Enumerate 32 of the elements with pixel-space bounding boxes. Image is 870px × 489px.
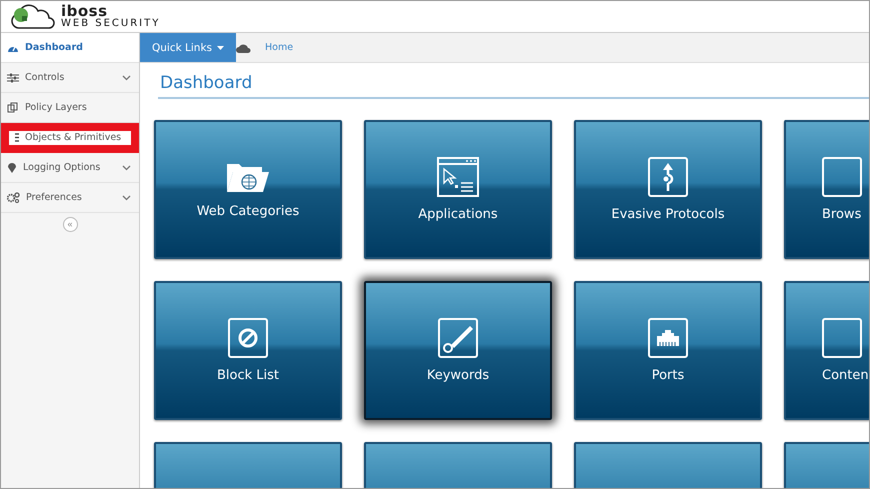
key-icon xyxy=(438,318,478,358)
gears-icon xyxy=(7,192,20,203)
dashboard-tile[interactable]: Block List xyxy=(154,281,342,420)
sidebar-item[interactable]: Objects & Primitives xyxy=(1,123,139,153)
dashboard-tile[interactable]: Ports xyxy=(574,281,762,420)
pin-icon xyxy=(7,162,17,173)
brand-tagline: WEB SECURITY xyxy=(61,19,160,29)
exe-window-icon xyxy=(437,157,479,197)
network-port-icon xyxy=(648,318,688,358)
caret-icon xyxy=(217,46,224,50)
cloud-globe-logo-icon xyxy=(9,4,57,30)
cloud-icon xyxy=(236,42,252,52)
block-icon xyxy=(228,318,268,358)
window-icon xyxy=(822,157,862,197)
collapse-sidebar-button[interactable]: « xyxy=(62,217,78,232)
dashboard-tile[interactable]: Conten xyxy=(784,281,869,420)
dashboard-tile[interactable]: Keywords xyxy=(364,281,552,420)
sidebar-item[interactable]: Preferences xyxy=(1,183,139,213)
window-icon xyxy=(822,318,862,358)
dashboard-tile[interactable]: Applications xyxy=(364,120,552,259)
sidebar-item[interactable]: Logging Options xyxy=(1,153,139,183)
page-title: Dashboard xyxy=(158,73,869,99)
dashboard-tile[interactable]: Web Categories xyxy=(154,120,342,259)
sidebar-item[interactable]: Dashboard xyxy=(1,33,139,63)
dashboard-tile[interactable]: Brows xyxy=(784,120,869,259)
layers-icon xyxy=(7,102,19,113)
list-icon xyxy=(15,133,19,142)
sidebar-item[interactable]: Controls xyxy=(1,63,139,93)
sliders-icon xyxy=(7,72,19,82)
quick-links-button[interactable]: Quick Links xyxy=(140,33,236,62)
dashboard-tile[interactable]: Evasive Protocols xyxy=(574,120,762,259)
brand-name: iboss xyxy=(61,4,108,19)
